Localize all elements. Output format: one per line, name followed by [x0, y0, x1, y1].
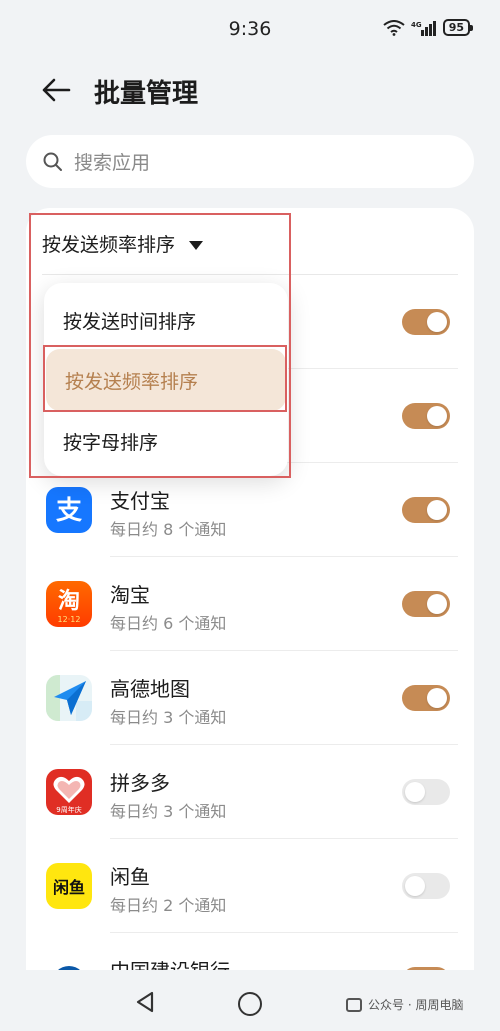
app-name: 闲鱼: [110, 865, 150, 889]
app-name: 支付宝: [110, 489, 170, 513]
search-icon: [43, 152, 62, 171]
menu-item-sort-by-time[interactable]: 按发送时间排序: [44, 289, 288, 351]
notification-toggle[interactable]: [402, 873, 450, 899]
app-row-xianyu: 闲鱼 闲鱼 每日约 2 个通知: [46, 839, 458, 933]
amap-icon: [46, 675, 92, 721]
menu-item-sort-by-frequency[interactable]: 按发送频率排序: [46, 349, 286, 411]
signal-icon: 4G: [411, 20, 436, 36]
pinduoduo-icon: 9周年庆: [46, 769, 92, 815]
app-row-pinduoduo: 9周年庆 拼多多 每日约 3 个通知: [46, 745, 458, 839]
alipay-icon-glyph: 支: [56, 496, 82, 526]
xianyu-icon-glyph: 闲鱼: [53, 878, 85, 897]
system-nav-bar: 公众号 · 周周电脑: [0, 970, 500, 1031]
app-notification-count: 每日约 3 个通知: [110, 802, 227, 821]
network-label: 4G: [411, 21, 422, 29]
search-placeholder: 搜索应用: [74, 152, 151, 174]
app-name: 拼多多: [110, 771, 170, 795]
wechat-official-icon: [346, 997, 362, 1012]
xianyu-icon: 闲鱼: [46, 863, 92, 909]
taobao-icon-badge: 12·12: [58, 615, 81, 624]
arrow-left-icon: [42, 78, 71, 102]
back-button[interactable]: [36, 72, 76, 108]
app-notification-count: 每日约 3 个通知: [110, 708, 227, 727]
sort-current-label: 按发送频率排序: [42, 234, 176, 256]
notification-toggle[interactable]: [402, 685, 450, 711]
notification-toggle[interactable]: [402, 309, 450, 335]
wifi-icon: [383, 19, 405, 36]
watermark: 公众号 · 周周电脑: [346, 996, 463, 1013]
nav-home-icon[interactable]: [238, 992, 262, 1016]
notification-toggle[interactable]: [402, 591, 450, 617]
app-row-amap: 高德地图 每日约 3 个通知: [46, 651, 458, 745]
sort-dropdown-trigger[interactable]: 按发送频率排序: [42, 230, 204, 257]
app-row-taobao: 淘 12·12 淘宝 每日约 6 个通知: [46, 557, 458, 651]
nav-back-icon[interactable]: [133, 990, 157, 1014]
app-notification-count: 每日约 2 个通知: [110, 896, 227, 915]
alipay-icon: 支: [46, 487, 92, 533]
notification-toggle[interactable]: [402, 779, 450, 805]
status-icons: 4G 95: [383, 19, 474, 36]
caret-down-icon: [189, 240, 204, 250]
app-row-alipay: 支 支付宝 每日约 8 个通知: [46, 463, 458, 557]
search-input[interactable]: 搜索应用: [26, 135, 474, 188]
status-bar: 9:36 4G 95: [0, 0, 500, 58]
taobao-icon: 淘 12·12: [46, 581, 92, 627]
header: 批量管理: [0, 60, 500, 120]
app-name: 高德地图: [110, 677, 190, 701]
page-title: 批量管理: [94, 79, 199, 109]
taobao-icon-glyph: 淘: [58, 588, 80, 614]
watermark-text: 公众号 · 周周电脑: [368, 998, 464, 1012]
menu-item-sort-by-letter[interactable]: 按字母排序: [44, 410, 288, 472]
app-notification-count: 每日约 8 个通知: [110, 520, 227, 539]
battery-indicator: 95: [442, 19, 474, 36]
app-notification-count: 每日约 6 个通知: [110, 614, 227, 633]
notification-toggle[interactable]: [402, 403, 450, 429]
sort-dropdown-menu: 按发送时间排序 按发送频率排序 按字母排序: [44, 283, 288, 476]
pinduoduo-icon-badge: 9周年庆: [56, 805, 81, 814]
notification-toggle[interactable]: [402, 497, 450, 523]
app-name: 淘宝: [110, 583, 150, 607]
